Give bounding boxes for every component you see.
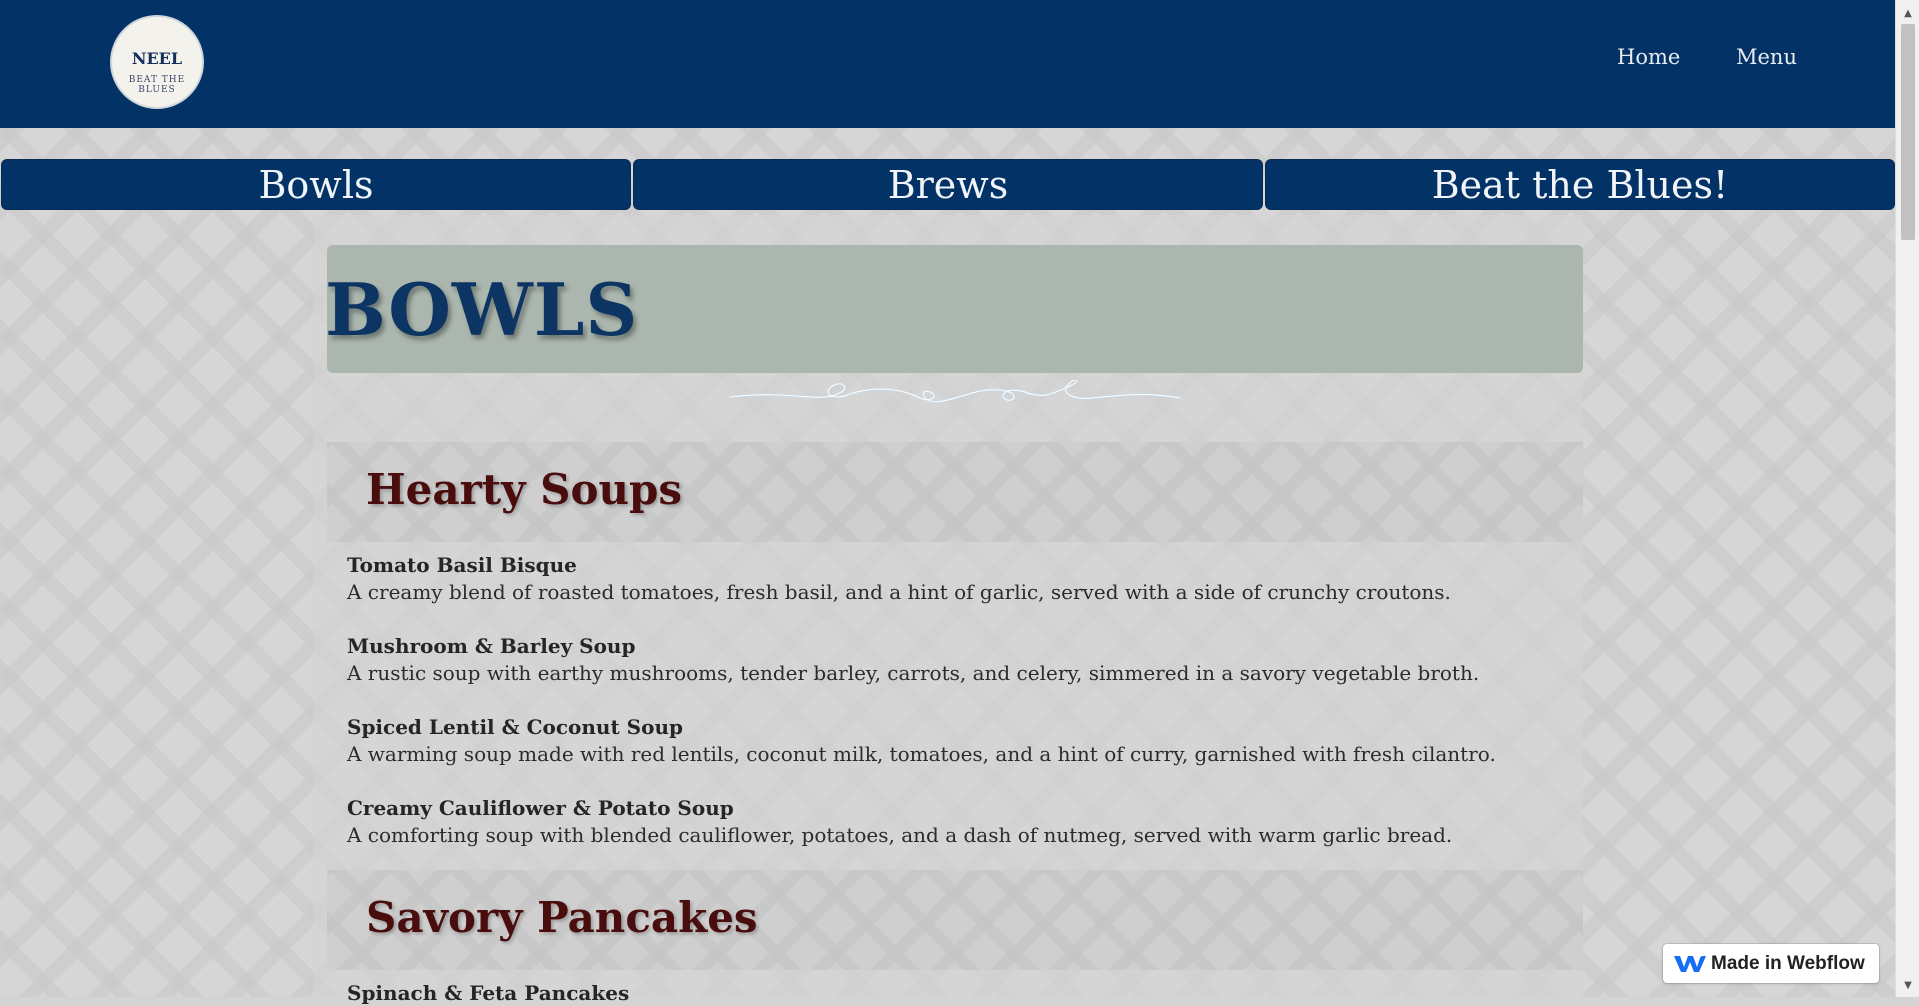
vertical-scrollbar[interactable]: ▲ ▼: [1895, 0, 1919, 997]
menu-item-name: Spiced Lentil & Coconut Soup: [347, 715, 683, 739]
logo-name: NEEL: [131, 49, 183, 68]
menu-item-name: Spinach & Feta Pancakes: [347, 981, 630, 1005]
menu-item-name: Creamy Cauliflower & Potato Soup: [347, 796, 734, 820]
tab-bowls[interactable]: Bowls: [1, 159, 631, 210]
nav-link-home[interactable]: Home: [1617, 45, 1680, 69]
menu-item-description: A rustic soup with earthy mushrooms, ten…: [347, 661, 1480, 685]
logo-tagline: BEAT THE BLUES: [128, 75, 186, 95]
brand-logo[interactable]: NEEL BEAT THE BLUES: [110, 15, 204, 109]
tab-brews[interactable]: Brews: [633, 159, 1263, 210]
menu-item-description: A creamy blend of roasted tomatoes, fres…: [347, 580, 1451, 604]
menu-item: Tomato Basil Bisque A creamy blend of ro…: [347, 552, 1451, 606]
menu-item: Spinach & Feta Pancakes: [347, 980, 629, 1006]
section-heading-savory-pancakes: Savory Pancakes: [366, 893, 758, 942]
badge-label: Made in Webflow: [1711, 953, 1865, 974]
scroll-thumb[interactable]: [1901, 24, 1915, 240]
menu-item-description: A comforting soup with blended cauliflow…: [347, 823, 1453, 847]
made-in-webflow-badge[interactable]: Made in Webflow: [1663, 944, 1879, 983]
webflow-logo-icon: [1674, 956, 1706, 972]
menu-item-name: Tomato Basil Bisque: [347, 553, 577, 577]
flourish-divider-icon: [728, 380, 1182, 404]
nav-link-menu[interactable]: Menu: [1736, 45, 1797, 69]
scroll-up-arrow-icon[interactable]: ▲: [1896, 6, 1919, 22]
menu-item: Spiced Lentil & Coconut Soup A warming s…: [347, 714, 1496, 768]
site-header: NEEL BEAT THE BLUES Home Menu: [0, 0, 1895, 128]
menu-item-name: Mushroom & Barley Soup: [347, 634, 636, 658]
tab-beat-the-blues[interactable]: Beat the Blues!: [1265, 159, 1895, 210]
menu-item-description: A warming soup made with red lentils, co…: [347, 742, 1496, 766]
page-title: BOWLS: [325, 267, 639, 352]
scroll-down-arrow-icon[interactable]: ▼: [1896, 978, 1919, 994]
menu-item: Creamy Cauliflower & Potato Soup A comfo…: [347, 795, 1452, 849]
section-heading-hearty-soups: Hearty Soups: [366, 465, 683, 514]
menu-item: Mushroom & Barley Soup A rustic soup wit…: [347, 633, 1479, 687]
